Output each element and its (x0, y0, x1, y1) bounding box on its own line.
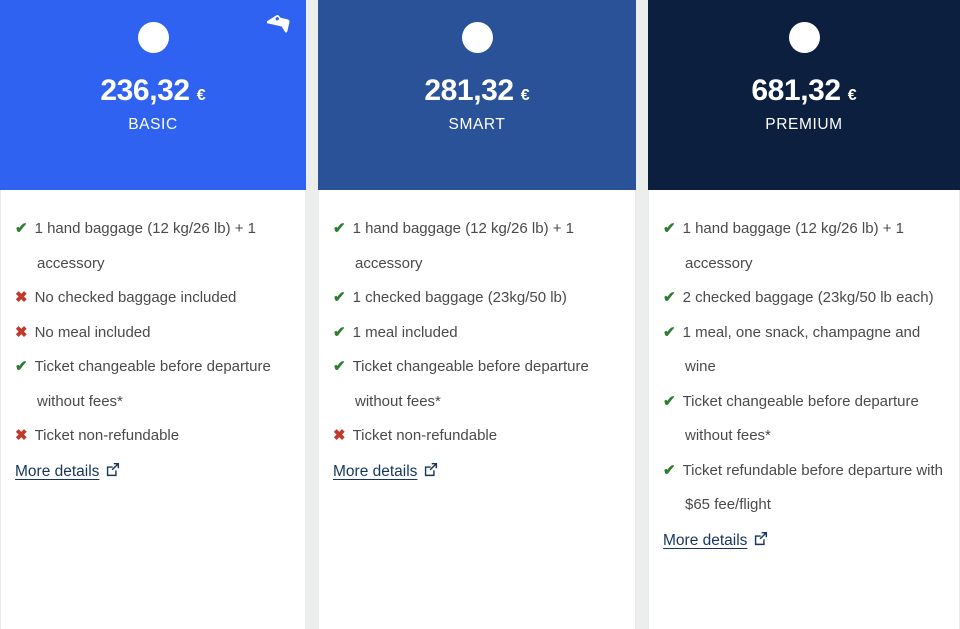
check-icon: ✔ (15, 358, 28, 375)
feature-text: No meal included (34, 323, 151, 341)
feature-item: ✔ 1 hand baggage (12 kg/26 lb) + 1 access… (663, 212, 945, 281)
more-details-link-smart[interactable]: More details (333, 462, 438, 482)
feature-text: 2 checked baggage (23kg/50 lb each) (682, 289, 934, 306)
airline-circle-logo-icon (137, 22, 169, 53)
feature-item: ✔ 1 checked baggage (23kg/50 lb) (333, 281, 621, 316)
airline-circle-logo-icon (788, 22, 820, 53)
feature-item: ✔ 1 meal included (333, 316, 621, 351)
price-currency: € (196, 87, 206, 104)
fare-name-basic: BASIC (128, 116, 178, 133)
feature-text: Ticket non-refundable (34, 427, 180, 444)
check-icon: ✔ (663, 461, 676, 479)
check-icon: ✔ (663, 220, 676, 237)
cross-icon: ✖ (15, 427, 28, 444)
fare-card-header-premium: 681,32 € PREMIUM (648, 0, 960, 190)
feature-item: ✔ 2 checked baggage (23kg/50 lb each) (663, 281, 945, 316)
more-details-link-premium[interactable]: More details (663, 531, 768, 551)
feature-text: No checked baggage included (34, 289, 237, 306)
price-amount: 281,32 (424, 74, 514, 107)
check-icon: ✔ (15, 220, 28, 237)
fare-card-body-premium: ✔ 1 hand baggage (12 kg/26 lb) + 1 access… (648, 190, 960, 629)
price-amount: 236,32 (100, 74, 190, 107)
feature-list-basic: ✔ 1 hand baggage (12 kg/26 lb) + 1 access… (15, 212, 291, 454)
feature-text: Ticket changeable before departure witho… (34, 358, 271, 410)
feature-text: Ticket changeable before departure witho… (682, 392, 919, 445)
fare-card-header-basic: 236,32 € BASIC (0, 0, 306, 190)
external-link-icon (423, 462, 438, 482)
more-details-label: More details (15, 462, 100, 480)
feature-item: ✖ Ticket non-refundable (333, 419, 621, 454)
price-currency: € (847, 87, 857, 104)
feature-text: Ticket refundable before departure with … (682, 461, 944, 514)
more-details-label: More details (663, 531, 748, 549)
fare-card-premium[interactable]: 681,32 € PREMIUM ✔ 1 hand baggage (12 kg/… (648, 0, 960, 629)
fare-name-smart: SMART (448, 116, 506, 133)
price-smart: 281,32 € (424, 76, 529, 106)
external-link-icon (753, 531, 768, 551)
cross-icon: ✖ (333, 427, 346, 444)
fare-name-premium: PREMIUM (765, 116, 843, 133)
feature-item: ✔ 1 hand baggage (12 kg/26 lb) + 1 access… (15, 212, 291, 281)
feature-item: ✖ No checked baggage included (15, 281, 291, 316)
fare-card-body-basic: ✔ 1 hand baggage (12 kg/26 lb) + 1 access… (0, 190, 306, 629)
feature-list-premium: ✔ 1 hand baggage (12 kg/26 lb) + 1 access… (663, 212, 945, 523)
feature-text: Ticket changeable before departure witho… (352, 358, 589, 410)
cross-icon: ✖ (15, 289, 28, 306)
fare-card-smart[interactable]: 281,32 € SMART ✔ 1 hand baggage (12 kg/26… (318, 0, 636, 629)
feature-item: ✔ 1 meal, one snack, champagne and wine (663, 316, 945, 385)
feature-item: ✔ Ticket refundable before departure with… (663, 454, 945, 523)
price-premium: 681,32 € (751, 76, 856, 106)
price-currency: € (520, 87, 530, 104)
cross-icon: ✖ (15, 323, 28, 341)
more-details-label: More details (333, 462, 418, 480)
check-icon: ✔ (663, 323, 676, 341)
fare-card-body-smart: ✔ 1 hand baggage (12 kg/26 lb) + 1 access… (318, 190, 636, 629)
check-icon: ✔ (333, 289, 346, 306)
price-basic: 236,32 € (100, 76, 205, 106)
feature-item: ✖ No meal included (15, 316, 291, 351)
more-details-link-basic[interactable]: More details (15, 462, 120, 482)
feature-item: ✔ Ticket changeable before departure with… (663, 385, 945, 454)
feature-text: 1 hand baggage (12 kg/26 lb) + 1 accesso… (682, 220, 905, 272)
feature-item: ✔ 1 hand baggage (12 kg/26 lb) + 1 access… (333, 212, 621, 281)
external-link-icon (105, 462, 120, 482)
check-icon: ✔ (333, 220, 346, 237)
feature-text: 1 meal included (352, 323, 458, 341)
fare-card-header-smart: 281,32 € SMART (318, 0, 636, 190)
feature-item: ✖ Ticket non-refundable (15, 419, 291, 454)
feature-text: 1 checked baggage (23kg/50 lb) (352, 289, 567, 306)
feature-text: 1 hand baggage (12 kg/26 lb) + 1 accesso… (352, 220, 575, 272)
price-tag-icon (266, 10, 295, 38)
feature-item: ✔ Ticket changeable before departure with… (333, 350, 621, 419)
feature-text: 1 hand baggage (12 kg/26 lb) + 1 accesso… (34, 220, 257, 272)
fare-options-row: 236,32 € BASIC ✔ 1 hand baggage (12 kg/26… (0, 0, 960, 629)
price-amount: 681,32 (751, 74, 841, 107)
check-icon: ✔ (333, 323, 346, 341)
feature-text: Ticket non-refundable (352, 427, 498, 444)
check-icon: ✔ (333, 358, 346, 375)
fare-card-basic[interactable]: 236,32 € BASIC ✔ 1 hand baggage (12 kg/26… (0, 0, 306, 629)
check-icon: ✔ (663, 392, 676, 410)
feature-list-smart: ✔ 1 hand baggage (12 kg/26 lb) + 1 access… (333, 212, 621, 454)
feature-text: 1 meal, one snack, champagne and wine (682, 323, 921, 376)
feature-item: ✔ Ticket changeable before departure with… (15, 350, 291, 419)
airline-circle-logo-icon (461, 22, 493, 53)
check-icon: ✔ (663, 289, 676, 306)
